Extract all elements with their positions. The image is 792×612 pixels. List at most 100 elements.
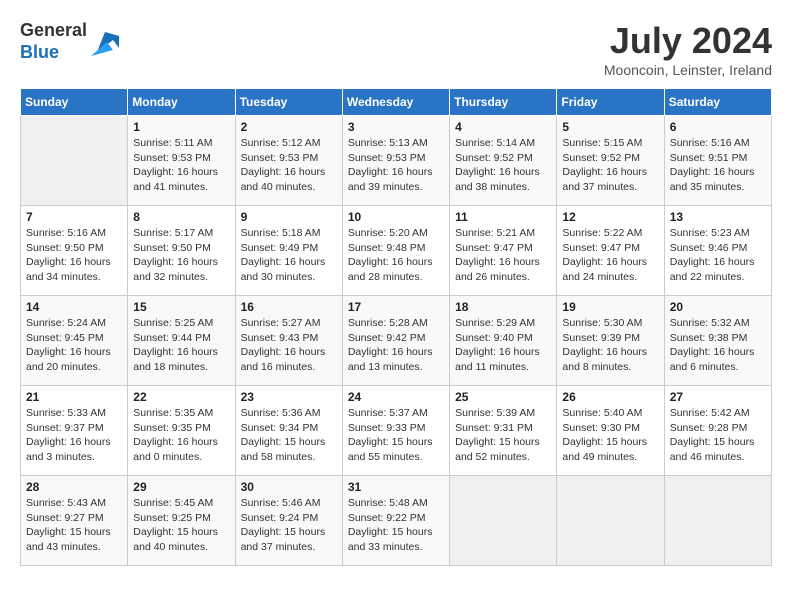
cell-info: Sunrise: 5:35 AMSunset: 9:35 PMDaylight:…	[133, 406, 229, 465]
cell-info: Sunrise: 5:16 AMSunset: 9:51 PMDaylight:…	[670, 136, 766, 195]
week-row-5: 28Sunrise: 5:43 AMSunset: 9:27 PMDayligh…	[21, 476, 772, 566]
cell-info: Sunrise: 5:46 AMSunset: 9:24 PMDaylight:…	[241, 496, 337, 555]
header-day-monday: Monday	[128, 89, 235, 116]
calendar-cell: 21Sunrise: 5:33 AMSunset: 9:37 PMDayligh…	[21, 386, 128, 476]
day-number: 27	[670, 390, 766, 404]
day-number: 6	[670, 120, 766, 134]
calendar-cell: 14 Sunrise: 5:24 AMSunset: 9:45 PMDayligh…	[21, 296, 128, 386]
cell-info: Sunrise: 5:15 AMSunset: 9:52 PMDaylight:…	[562, 136, 658, 195]
cell-info: Sunrise: 5:48 AMSunset: 9:22 PMDaylight:…	[348, 496, 444, 555]
calendar-cell	[664, 476, 771, 566]
header-day-friday: Friday	[557, 89, 664, 116]
logo-icon	[91, 28, 119, 56]
cell-info: Sunrise: 5:20 AMSunset: 9:48 PMDaylight:…	[348, 226, 444, 285]
week-row-1: 1Sunrise: 5:11 AMSunset: 9:53 PMDaylight…	[21, 116, 772, 206]
day-number: 8	[133, 210, 229, 224]
month-year-title: July 2024	[604, 20, 772, 62]
calendar-cell: 25Sunrise: 5:39 AMSunset: 9:31 PMDayligh…	[450, 386, 557, 476]
calendar-cell: 5 Sunrise: 5:15 AMSunset: 9:52 PMDaylight…	[557, 116, 664, 206]
calendar-cell: 2Sunrise: 5:12 AMSunset: 9:53 PMDaylight…	[235, 116, 342, 206]
day-number: 7	[26, 210, 122, 224]
day-number: 21	[26, 390, 122, 404]
day-number: 10	[348, 210, 444, 224]
calendar-cell: 9 Sunrise: 5:18 AMSunset: 9:49 PMDaylight…	[235, 206, 342, 296]
day-number: 17	[348, 300, 444, 314]
calendar-cell: 7 Sunrise: 5:16 AMSunset: 9:50 PMDaylight…	[21, 206, 128, 296]
cell-info: Sunrise: 5:32 AMSunset: 9:38 PMDaylight:…	[670, 316, 766, 375]
day-number: 4	[455, 120, 551, 134]
day-number: 16	[241, 300, 337, 314]
cell-info: Sunrise: 5:30 AMSunset: 9:39 PMDaylight:…	[562, 316, 658, 375]
day-number: 14	[26, 300, 122, 314]
calendar-cell: 23 Sunrise: 5:36 AMSunset: 9:34 PMDayligh…	[235, 386, 342, 476]
calendar-cell: 4 Sunrise: 5:14 AMSunset: 9:52 PMDaylight…	[450, 116, 557, 206]
calendar-cell: 8 Sunrise: 5:17 AMSunset: 9:50 PMDaylight…	[128, 206, 235, 296]
day-number: 22	[133, 390, 229, 404]
calendar-cell: 18 Sunrise: 5:29 AMSunset: 9:40 PMDayligh…	[450, 296, 557, 386]
calendar-cell: 17 Sunrise: 5:28 AMSunset: 9:42 PMDayligh…	[342, 296, 449, 386]
day-number: 26	[562, 390, 658, 404]
day-number: 29	[133, 480, 229, 494]
calendar-cell	[557, 476, 664, 566]
cell-info: Sunrise: 5:24 AMSunset: 9:45 PMDaylight:…	[26, 316, 122, 375]
calendar-cell: 15 Sunrise: 5:25 AMSunset: 9:44 PMDayligh…	[128, 296, 235, 386]
header-day-saturday: Saturday	[664, 89, 771, 116]
calendar-cell	[450, 476, 557, 566]
calendar-cell: 1Sunrise: 5:11 AMSunset: 9:53 PMDaylight…	[128, 116, 235, 206]
cell-info: Sunrise: 5:12 AMSunset: 9:53 PMDaylight:…	[241, 136, 337, 195]
logo-blue-text: Blue	[20, 42, 59, 62]
day-number: 24	[348, 390, 444, 404]
calendar-cell: 10 Sunrise: 5:20 AMSunset: 9:48 PMDayligh…	[342, 206, 449, 296]
page-header: General Blue July 2024 Mooncoin, Leinste…	[20, 20, 772, 78]
day-number: 1	[133, 120, 229, 134]
header-day-wednesday: Wednesday	[342, 89, 449, 116]
day-number: 20	[670, 300, 766, 314]
cell-info: Sunrise: 5:13 AMSunset: 9:53 PMDaylight:…	[348, 136, 444, 195]
day-number: 15	[133, 300, 229, 314]
calendar-cell	[21, 116, 128, 206]
cell-info: Sunrise: 5:21 AMSunset: 9:47 PMDaylight:…	[455, 226, 551, 285]
cell-info: Sunrise: 5:16 AMSunset: 9:50 PMDaylight:…	[26, 226, 122, 285]
day-number: 18	[455, 300, 551, 314]
cell-info: Sunrise: 5:17 AMSunset: 9:50 PMDaylight:…	[133, 226, 229, 285]
cell-info: Sunrise: 5:40 AMSunset: 9:30 PMDaylight:…	[562, 406, 658, 465]
logo: General Blue	[20, 20, 119, 63]
title-block: July 2024 Mooncoin, Leinster, Ireland	[604, 20, 772, 78]
cell-info: Sunrise: 5:29 AMSunset: 9:40 PMDaylight:…	[455, 316, 551, 375]
header-row: SundayMondayTuesdayWednesdayThursdayFrid…	[21, 89, 772, 116]
cell-info: Sunrise: 5:14 AMSunset: 9:52 PMDaylight:…	[455, 136, 551, 195]
day-number: 19	[562, 300, 658, 314]
calendar-cell: 20 Sunrise: 5:32 AMSunset: 9:38 PMDayligh…	[664, 296, 771, 386]
header-day-tuesday: Tuesday	[235, 89, 342, 116]
calendar-cell: 22 Sunrise: 5:35 AMSunset: 9:35 PMDayligh…	[128, 386, 235, 476]
calendar-cell: 3Sunrise: 5:13 AMSunset: 9:53 PMDaylight…	[342, 116, 449, 206]
week-row-3: 14 Sunrise: 5:24 AMSunset: 9:45 PMDayligh…	[21, 296, 772, 386]
cell-info: Sunrise: 5:27 AMSunset: 9:43 PMDaylight:…	[241, 316, 337, 375]
cell-info: Sunrise: 5:28 AMSunset: 9:42 PMDaylight:…	[348, 316, 444, 375]
day-number: 9	[241, 210, 337, 224]
cell-info: Sunrise: 5:45 AMSunset: 9:25 PMDaylight:…	[133, 496, 229, 555]
calendar-cell: 11 Sunrise: 5:21 AMSunset: 9:47 PMDayligh…	[450, 206, 557, 296]
cell-info: Sunrise: 5:25 AMSunset: 9:44 PMDaylight:…	[133, 316, 229, 375]
calendar-cell: 28Sunrise: 5:43 AMSunset: 9:27 PMDayligh…	[21, 476, 128, 566]
day-number: 12	[562, 210, 658, 224]
cell-info: Sunrise: 5:22 AMSunset: 9:47 PMDaylight:…	[562, 226, 658, 285]
header-day-sunday: Sunday	[21, 89, 128, 116]
week-row-4: 21Sunrise: 5:33 AMSunset: 9:37 PMDayligh…	[21, 386, 772, 476]
calendar-cell: 12 Sunrise: 5:22 AMSunset: 9:47 PMDayligh…	[557, 206, 664, 296]
location-subtitle: Mooncoin, Leinster, Ireland	[604, 62, 772, 78]
day-number: 11	[455, 210, 551, 224]
calendar-cell: 27Sunrise: 5:42 AMSunset: 9:28 PMDayligh…	[664, 386, 771, 476]
day-number: 23	[241, 390, 337, 404]
calendar-cell: 29 Sunrise: 5:45 AMSunset: 9:25 PMDayligh…	[128, 476, 235, 566]
cell-info: Sunrise: 5:18 AMSunset: 9:49 PMDaylight:…	[241, 226, 337, 285]
cell-info: Sunrise: 5:36 AMSunset: 9:34 PMDaylight:…	[241, 406, 337, 465]
header-day-thursday: Thursday	[450, 89, 557, 116]
calendar-cell: 30 Sunrise: 5:46 AMSunset: 9:24 PMDayligh…	[235, 476, 342, 566]
calendar-cell: 13 Sunrise: 5:23 AMSunset: 9:46 PMDayligh…	[664, 206, 771, 296]
calendar-cell: 16 Sunrise: 5:27 AMSunset: 9:43 PMDayligh…	[235, 296, 342, 386]
day-number: 5	[562, 120, 658, 134]
day-number: 30	[241, 480, 337, 494]
cell-info: Sunrise: 5:23 AMSunset: 9:46 PMDaylight:…	[670, 226, 766, 285]
day-number: 13	[670, 210, 766, 224]
